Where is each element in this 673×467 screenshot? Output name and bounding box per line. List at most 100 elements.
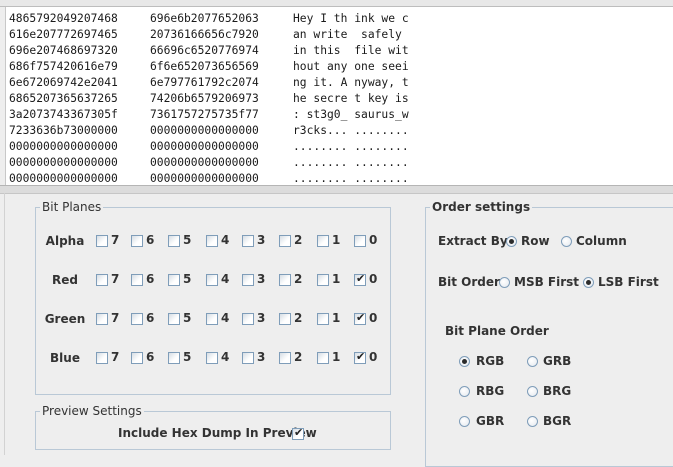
hex-dump-hex-cell: 4865792049207468 [9, 12, 118, 25]
include-hex-dump-checkbox[interactable] [292, 426, 304, 440]
hex-dump-ascii-cell: Hey I th ink we c [293, 12, 409, 25]
left-divider [4, 193, 5, 455]
bit-checkbox-green-4[interactable] [206, 313, 218, 325]
plane-order-grb-label: GRB [543, 354, 572, 368]
bit-checkbox-blue-7[interactable] [96, 352, 108, 364]
hex-dump-hex-cell: 7233636b73000000 [9, 124, 118, 137]
hex-dump-ascii-cell: hout any one seei [293, 60, 409, 73]
plane-order-rgb-radio[interactable] [459, 356, 470, 367]
hex-dump-ascii-cell: an write safely [293, 28, 409, 41]
bit-checkbox-green-7[interactable] [96, 313, 108, 325]
bit-plane-order-label: Bit Plane Order [445, 324, 549, 338]
bit-checkbox-blue-1[interactable] [317, 352, 329, 364]
bit-label: 6 [146, 311, 155, 325]
bit-checkbox-alpha-0[interactable] [354, 235, 366, 247]
msb-first-label: MSB First [514, 275, 580, 289]
bit-label: 7 [111, 233, 120, 247]
hex-dump-ascii-cell: r3cks... ........ [293, 124, 409, 137]
include-hex-dump-label: Include Hex Dump In Preview [118, 426, 317, 440]
bit-checkbox-blue-4[interactable] [206, 352, 218, 364]
hex-dump-ascii-cell: he secre t key is [293, 92, 409, 105]
hex-dump-ascii-cell: : st3g0_ saurus_w [293, 108, 409, 121]
bit-label: 7 [111, 311, 120, 325]
bit-label: 1 [332, 272, 341, 286]
bit-checkbox-blue-2[interactable] [279, 352, 291, 364]
bit-checkbox-blue-5[interactable] [168, 352, 180, 364]
bit-checkbox-red-7[interactable] [96, 274, 108, 286]
bit-checkbox-red-4[interactable] [206, 274, 218, 286]
plane-order-gbr-radio[interactable] [459, 416, 470, 427]
hex-dump-hex-cell: 0000000000000000 [9, 156, 118, 169]
bit-checkbox-red-5[interactable] [168, 274, 180, 286]
bit-checkbox-alpha-2[interactable] [279, 235, 291, 247]
bit-label: 4 [221, 272, 230, 286]
bit-label: 4 [221, 233, 230, 247]
hex-dump-hex-cell: 616e207772697465 [9, 28, 118, 41]
hex-dump-hex-cell: 0000000000000000 [150, 172, 259, 185]
bit-checkbox-green-1[interactable] [317, 313, 329, 325]
bit-label: 1 [332, 311, 341, 325]
hex-dump-hex-cell: 7361757275735f77 [150, 108, 259, 121]
bit-checkbox-blue-3[interactable] [242, 352, 254, 364]
bit-label: 2 [294, 272, 303, 286]
bit-label: 6 [146, 272, 155, 286]
bit-checkbox-blue-6[interactable] [131, 352, 143, 364]
bit-label: 3 [257, 311, 266, 325]
hex-dump-preview[interactable]: 4865792049207468 696e6b2077652063 Hey I th… [5, 7, 673, 185]
bit-checkbox-red-0[interactable] [354, 272, 366, 286]
pane-splitter[interactable] [0, 185, 673, 194]
extract-by-label: Extract By [438, 234, 508, 248]
plane-order-bgr-label: BGR [543, 414, 572, 428]
hex-dump-hex-cell: 74206b6579206973 [150, 92, 259, 105]
bit-checkbox-red-2[interactable] [279, 274, 291, 286]
bit-checkbox-alpha-6[interactable] [131, 235, 143, 247]
bit-checkbox-alpha-3[interactable] [242, 235, 254, 247]
bit-checkbox-green-0[interactable] [354, 311, 366, 325]
order-settings-title: Order settings [430, 200, 533, 214]
hex-dump-hex-cell: 6e672069742e2041 [9, 76, 118, 89]
bit-checkbox-alpha-1[interactable] [317, 235, 329, 247]
bit-checkbox-alpha-5[interactable] [168, 235, 180, 247]
bit-checkbox-green-6[interactable] [131, 313, 143, 325]
bit-label: 2 [294, 350, 303, 364]
window-top-edge [0, 0, 673, 7]
bit-label: 1 [332, 233, 341, 247]
bit-label: 1 [332, 350, 341, 364]
bit-label: 5 [183, 272, 192, 286]
preview-settings-group: Preview Settings Include Hex Dump In Pre… [35, 404, 391, 450]
hex-dump-hex-cell: 0000000000000000 [150, 156, 259, 169]
plane-order-grb-radio[interactable] [527, 356, 538, 367]
msb-first-radio[interactable] [499, 277, 510, 288]
channel-label-green: Green [44, 312, 86, 326]
hex-dump-hex-cell: 66696c6520776974 [150, 44, 259, 57]
bit-label: 0 [369, 350, 378, 364]
channel-label-blue: Blue [50, 351, 80, 365]
extract-by-column-radio[interactable] [561, 236, 572, 247]
bit-order-label: Bit Order [438, 275, 500, 289]
bit-label: 6 [146, 350, 155, 364]
plane-order-rbg-radio[interactable] [459, 386, 470, 397]
lsb-first-radio[interactable] [583, 277, 594, 288]
hex-dump-hex-cell: 3a2073743367305f [9, 108, 118, 121]
bit-checkbox-green-2[interactable] [279, 313, 291, 325]
bit-label: 0 [369, 272, 378, 286]
bit-checkbox-alpha-7[interactable] [96, 235, 108, 247]
hex-dump-ascii-cell: ........ ........ [293, 172, 409, 185]
bit-checkbox-red-6[interactable] [131, 274, 143, 286]
bit-checkbox-red-3[interactable] [242, 274, 254, 286]
bit-label: 2 [294, 311, 303, 325]
bit-label: 5 [183, 311, 192, 325]
plane-order-bgr-radio[interactable] [527, 416, 538, 427]
hex-dump-hex-cell: 0000000000000000 [9, 140, 118, 153]
bit-checkbox-green-5[interactable] [168, 313, 180, 325]
extract-by-row-label: Row [521, 234, 550, 248]
plane-order-rgb-label: RGB [476, 354, 505, 368]
bit-label: 6 [146, 233, 155, 247]
bit-checkbox-alpha-4[interactable] [206, 235, 218, 247]
extract-by-row-radio[interactable] [506, 236, 517, 247]
bit-checkbox-red-1[interactable] [317, 274, 329, 286]
plane-order-brg-label: BRG [543, 384, 572, 398]
bit-checkbox-blue-0[interactable] [354, 350, 366, 364]
bit-checkbox-green-3[interactable] [242, 313, 254, 325]
plane-order-brg-radio[interactable] [527, 386, 538, 397]
